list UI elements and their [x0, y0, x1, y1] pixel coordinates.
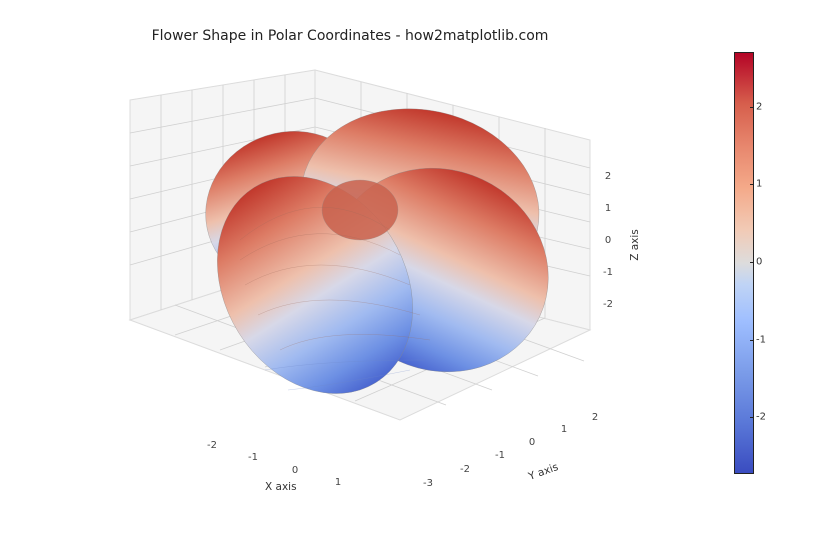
colorbar-tick-mark — [750, 262, 754, 263]
xtick: -1 — [248, 452, 258, 463]
colorbar-tick: -2 — [756, 412, 766, 423]
colorbar-tick: 0 — [756, 257, 762, 268]
ytick: -3 — [423, 478, 433, 489]
z-axis-label: Z axis — [629, 229, 641, 261]
colorbar-tick-mark — [750, 340, 754, 341]
xtick: 2 — [377, 489, 383, 490]
x-axis-label: X axis — [265, 481, 297, 490]
ztick: -1 — [603, 267, 613, 278]
ytick: 1 — [561, 424, 567, 435]
xtick: -2 — [207, 440, 217, 451]
ztick: 1 — [605, 203, 611, 214]
chart-title: Flower Shape in Polar Coordinates - how2… — [0, 28, 700, 44]
figure: Flower Shape in Polar Coordinates - how2… — [0, 0, 840, 560]
colorbar-tick: -1 — [756, 334, 766, 345]
axes-svg: -2 -1 0 1 2 X axis -3 -2 -1 0 1 2 Y axis… — [90, 60, 650, 490]
y-axis-label: Y axis — [526, 461, 560, 483]
colorbar-ticks: -2 -1 0 1 2 — [756, 52, 780, 472]
colorbar-tick: 1 — [756, 179, 762, 190]
ytick: -1 — [495, 450, 505, 461]
ztick: -2 — [603, 299, 613, 310]
colorbar-tick-mark — [750, 417, 754, 418]
ytick: -2 — [460, 464, 470, 475]
colorbar-tick-mark — [750, 184, 754, 185]
colorbar-gradient — [734, 52, 754, 474]
ytick: 2 — [592, 412, 598, 423]
ztick: 0 — [605, 235, 611, 246]
xtick: 0 — [292, 465, 298, 476]
ztick: 2 — [605, 171, 611, 182]
colorbar-tick-mark — [750, 107, 754, 108]
axes-3d[interactable]: -2 -1 0 1 2 X axis -3 -2 -1 0 1 2 Y axis… — [90, 60, 650, 490]
xtick: 1 — [335, 477, 341, 488]
ytick: 0 — [529, 437, 535, 448]
colorbar-tick: 2 — [756, 101, 762, 112]
